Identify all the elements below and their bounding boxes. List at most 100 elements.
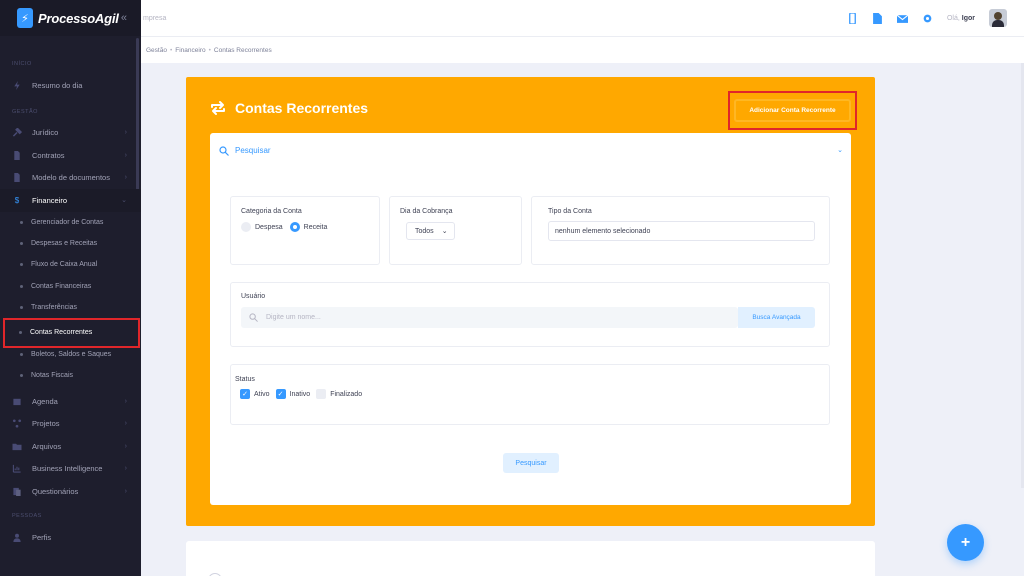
chevron-right-icon: › bbox=[124, 151, 127, 159]
add-fab-button[interactable]: + bbox=[947, 524, 984, 561]
sidebar-item-financeiro[interactable]: $ Financeiro ⌄ bbox=[0, 189, 141, 212]
sidebar-item-label: Financeiro bbox=[32, 195, 68, 205]
top-header: mpresa Olá, Igor bbox=[141, 0, 1024, 36]
document-icon bbox=[12, 173, 22, 183]
brand-name[interactable]: ProcessoAgil bbox=[38, 11, 119, 26]
select-value: Todos bbox=[415, 227, 434, 235]
categoria-filter: Categoria da Conta Despesa Receita bbox=[230, 196, 380, 265]
breadcrumb-item[interactable]: Financeiro bbox=[175, 47, 205, 54]
checkbox-ativo[interactable]: ✓ Ativo bbox=[240, 389, 270, 399]
sidebar-subitem[interactable]: Notas Fiscais bbox=[0, 362, 141, 390]
chevron-right-icon: › bbox=[124, 420, 127, 428]
input-placeholder: Digite um nome... bbox=[266, 314, 321, 321]
network-icon bbox=[12, 419, 22, 428]
recurring-accounts-card: Contas Recorrentes Adicionar Conta Recor… bbox=[186, 77, 875, 526]
mobile-icon[interactable] bbox=[847, 12, 858, 24]
sidebar-item-label: Agenda bbox=[32, 396, 58, 406]
radio-circle bbox=[241, 222, 251, 232]
chevron-down-icon[interactable]: ⌄ bbox=[837, 146, 843, 154]
hammer-icon bbox=[12, 128, 22, 137]
collapse-sidebar-icon[interactable]: « bbox=[121, 12, 127, 24]
avatar[interactable] bbox=[989, 9, 1007, 27]
folder-icon bbox=[12, 442, 22, 451]
greeting-text: Olá, bbox=[946, 14, 960, 22]
add-recurring-account-button[interactable]: Adicionar Conta Recorrente bbox=[728, 91, 857, 130]
repeat-icon bbox=[210, 100, 226, 116]
radio-label: Despesa bbox=[255, 223, 283, 231]
checkbox-label: Inativo bbox=[289, 390, 311, 398]
chevron-right-icon: › bbox=[124, 397, 127, 405]
tipo-label: Tipo da Conta bbox=[548, 208, 592, 215]
mail-icon[interactable] bbox=[896, 13, 908, 24]
logo-icon[interactable]: ⚡ bbox=[17, 8, 33, 28]
sidebar-subitem-label: Gerenciador de Contas bbox=[31, 218, 104, 226]
sidebar-item-bi[interactable]: Business Intelligence › bbox=[0, 457, 141, 480]
sidebar-subitem[interactable]: Boletos, Saldos e Saques bbox=[0, 348, 141, 362]
sidebar-subitem-label: Transferências bbox=[31, 303, 78, 311]
dia-select[interactable]: Todos ⌄ bbox=[406, 222, 455, 240]
radio-circle-selected bbox=[289, 222, 300, 232]
sidebar-subitem[interactable]: Fluxo de Caixa Anual bbox=[0, 254, 141, 275]
categoria-label: Categoria da Conta bbox=[241, 208, 302, 215]
radio-despesa[interactable]: Despesa bbox=[241, 222, 283, 232]
sidebar-item-modelo[interactable]: Modelo de documentos › bbox=[0, 167, 141, 190]
checkbox-label: Ativo bbox=[254, 390, 270, 398]
breadcrumb-separator: • bbox=[169, 46, 173, 54]
sidebar-item-projetos[interactable]: Projetos › bbox=[0, 412, 141, 435]
search-panel: Pesquisar ⌄ Categoria da Conta Despesa R… bbox=[210, 133, 851, 505]
sidebar-item-arquivos[interactable]: Arquivos › bbox=[0, 435, 141, 458]
sidebar-item-contratos[interactable]: Contratos › bbox=[0, 144, 141, 167]
sidebar-item-label: Jurídico bbox=[32, 128, 59, 138]
file-icon[interactable] bbox=[872, 12, 883, 24]
search-button[interactable]: Pesquisar bbox=[503, 453, 559, 473]
chevron-right-icon: › bbox=[124, 442, 127, 450]
chevron-right-icon: › bbox=[124, 129, 127, 137]
breadcrumb-item: Contas Recorrentes bbox=[213, 46, 272, 54]
sidebar-item-agenda[interactable]: Agenda › bbox=[0, 390, 141, 413]
search-accordion-header[interactable]: Pesquisar ⌄ bbox=[210, 133, 851, 169]
sidebar-item-resumo[interactable]: Resumo do dia bbox=[0, 74, 141, 97]
sidebar-item-juridico[interactable]: Jurídico › bbox=[0, 122, 141, 145]
sidebar-subitem[interactable]: Transferências bbox=[0, 297, 141, 318]
chevron-right-icon: › bbox=[124, 174, 127, 182]
results-card bbox=[186, 541, 875, 576]
sidebar-item-label: Questionários bbox=[32, 486, 79, 496]
lightning-icon bbox=[12, 80, 22, 90]
sidebar-item-label: Contratos bbox=[32, 150, 65, 160]
brand: ⚡ ProcessoAgil « bbox=[0, 0, 141, 36]
usuario-filter: Usuário Digite um nome... Busca Avançada bbox=[230, 282, 830, 347]
breadcrumb-item[interactable]: Gestão bbox=[146, 47, 167, 54]
usuario-search-input[interactable]: Digite um nome... bbox=[241, 307, 738, 328]
radio-receita[interactable]: Receita bbox=[289, 222, 327, 232]
chevron-down-icon: ⌄ bbox=[121, 197, 127, 205]
tipo-multiselect[interactable]: nenhum elemento selecionado bbox=[548, 221, 815, 241]
status-filter: Status ✓ Ativo ✓ Inativo Finalizado bbox=[230, 364, 830, 425]
breadcrumb: Gestão • Financeiro • Contas Recorrentes bbox=[141, 36, 1024, 63]
sidebar-subitem-label: Despesas e Receitas bbox=[31, 239, 98, 247]
sidebar-subitem[interactable]: Contas Financeiras bbox=[0, 275, 141, 296]
checkbox-inativo[interactable]: ✓ Inativo bbox=[275, 389, 311, 399]
sidebar-item-perfis[interactable]: Perfis bbox=[0, 526, 141, 549]
breadcrumb-separator: • bbox=[208, 46, 211, 54]
sidebar-subitem-label: Notas Fiscais bbox=[31, 372, 74, 380]
sidebar-subitem-label: Fluxo de Caixa Anual bbox=[31, 261, 98, 269]
sidebar-item-label: Arquivos bbox=[32, 441, 62, 451]
calendar-icon bbox=[12, 397, 22, 406]
sidebar-item-label: Projetos bbox=[32, 419, 60, 429]
sidebar-subitem-contas-recorrentes[interactable]: Contas Recorrentes bbox=[3, 317, 140, 348]
section-pessoas: PESSOAS bbox=[12, 513, 42, 520]
dia-filter: Dia da Cobrança Todos ⌄ bbox=[389, 196, 522, 265]
sidebar-subitem[interactable]: Gerenciador de Contas bbox=[0, 212, 141, 233]
checkbox-box bbox=[316, 389, 327, 399]
advanced-search-button[interactable]: Busca Avançada bbox=[738, 307, 815, 328]
gear-icon[interactable] bbox=[922, 13, 933, 24]
usuario-label: Usuário bbox=[241, 293, 266, 300]
clipboard-icon bbox=[12, 487, 22, 496]
chevron-right-icon: › bbox=[124, 487, 127, 495]
sidebar-subitem-label: Contas Financeiras bbox=[31, 282, 92, 290]
user-greeting[interactable]: Olá, Igor bbox=[947, 15, 975, 22]
sidebar-item-questionarios[interactable]: Questionários › bbox=[0, 480, 141, 503]
company-selector[interactable]: mpresa bbox=[143, 15, 166, 22]
sidebar-subitem[interactable]: Despesas e Receitas bbox=[0, 233, 141, 254]
checkbox-finalizado[interactable]: Finalizado bbox=[316, 389, 362, 399]
